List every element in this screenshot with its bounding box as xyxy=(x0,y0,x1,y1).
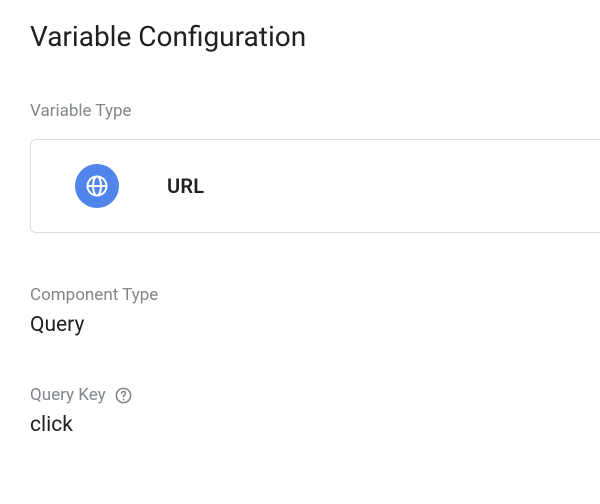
component-type-value: Query xyxy=(30,313,600,337)
help-icon[interactable] xyxy=(114,386,133,405)
globe-icon xyxy=(75,164,119,208)
query-key-value: click xyxy=(30,413,600,437)
variable-type-label: Variable Type xyxy=(30,101,600,121)
variable-type-name: URL xyxy=(167,174,204,198)
variable-type-selector[interactable]: URL xyxy=(30,139,600,233)
page-title: Variable Configuration xyxy=(30,20,600,53)
component-type-label: Component Type xyxy=(30,285,600,305)
query-key-label: Query Key xyxy=(30,385,106,405)
